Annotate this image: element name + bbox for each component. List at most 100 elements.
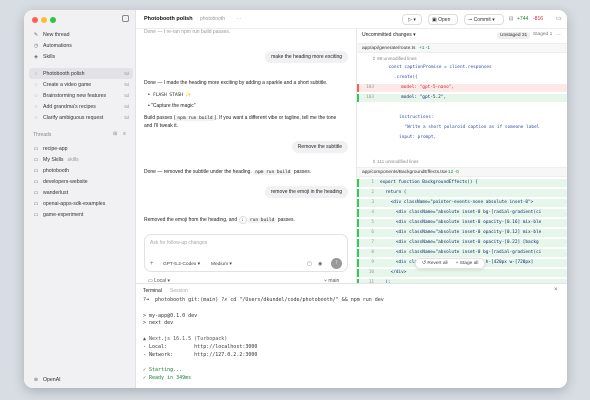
effort-selector[interactable]: Medium ▾	[211, 262, 232, 267]
context-line: .create({	[357, 74, 567, 82]
send-button[interactable]: ↑	[331, 258, 342, 269]
thread-photobooth[interactable]: ▭ photobooth	[29, 165, 133, 176]
filter-icon[interactable]: ≡	[123, 131, 126, 137]
collapsed-lines[interactable]: ⇕ 111 unmodified lines	[357, 157, 567, 166]
line-code: .create({	[378, 75, 418, 80]
attach-icon[interactable]: ▢	[307, 261, 312, 267]
sidebar-item-recipes[interactable]: ◌ Add grandma's recipes 5d	[29, 101, 133, 112]
line-code: return (	[380, 190, 407, 195]
add-attachment-icon[interactable]: +	[150, 261, 154, 267]
more-icon[interactable]: ···	[557, 32, 562, 38]
account-button[interactable]: ⊛ OpenAI	[29, 374, 133, 385]
line-code: export function BackgroundEffects() {	[380, 180, 478, 185]
item-age: 5d	[124, 104, 129, 109]
text: Removed the emoji from the heading, and	[144, 217, 238, 223]
line-code: <div className="absolute inset-0 bg-[rad…	[380, 250, 542, 255]
thread-game-experiment[interactable]: ▭ game-experiment	[29, 209, 133, 220]
diff-toggle-icon[interactable]: ⊡	[509, 16, 513, 22]
thread-wanderlust[interactable]: ▭ wanderlust	[29, 187, 133, 198]
tab-count: 1	[549, 32, 553, 37]
file-path: app/components/BackgroundEffects.tsx	[362, 170, 447, 175]
zoom-window-button[interactable]	[50, 17, 56, 23]
open-button[interactable]: ▣ Open	[428, 14, 458, 25]
collapsed-label: 111 unmodified lines	[377, 159, 419, 164]
thread-recipe-app[interactable]: ▭ recipe-app	[29, 143, 133, 154]
added-line: 6 <div className="absolute inset-0 opaci…	[357, 229, 567, 237]
terminal-line: ▲ Next.js 16.1.5 (Turbopack)	[143, 336, 228, 342]
bullet-text: FLASH STASH ✨	[153, 93, 192, 98]
chat-icon: ◌	[34, 81, 38, 88]
item-age: 5d	[124, 93, 129, 98]
file-header[interactable]: app/api/generate/route.ts +1 -1	[357, 43, 567, 53]
line-number: 7	[371, 240, 374, 245]
tab-label: Unstaged	[500, 33, 521, 38]
sidebar-item-photobooth-polish[interactable]: ◌ Photobooth polish 5d	[29, 68, 133, 79]
stage-all-button[interactable]: + Stage all	[456, 261, 479, 266]
close-terminal-icon[interactable]: ×	[554, 287, 558, 293]
inline-code: run build	[247, 218, 277, 223]
line-code: input: prompt,	[378, 135, 437, 140]
composer-input[interactable]: Ask for follow-up changes	[150, 240, 207, 246]
thread-label: wanderlust	[43, 189, 69, 196]
revert-label: Revert all	[427, 261, 448, 266]
thread-label: recipe-app	[43, 145, 68, 152]
tab-staged[interactable]: Staged 1	[533, 32, 552, 37]
sidebar-item-new-thread[interactable]: ✎ New thread	[29, 29, 133, 40]
sidebar-item-brainstorming[interactable]: ◌ Brainstorming new features 5d	[29, 90, 133, 101]
thread-label: photobooth	[43, 167, 69, 174]
add-thread-icon[interactable]: ⊞	[113, 131, 117, 137]
toggle-sidebar-icon[interactable]	[122, 15, 129, 22]
collapsed-lines[interactable]: ⇕ 99 unmodified lines	[357, 54, 567, 63]
scroll-down-icon[interactable]: ↓	[238, 216, 247, 224]
threads-heading: Threads	[33, 132, 52, 138]
thread-my-skills[interactable]: ▭ My Skills skills	[29, 154, 133, 165]
more-icon[interactable]: ···	[236, 16, 241, 22]
stage-label: Stage all	[459, 261, 479, 266]
line-number: 9	[371, 260, 374, 265]
line-number: 103	[366, 95, 374, 100]
truncated-message: Done — I re-ran npm run build passes.	[144, 29, 231, 35]
revert-all-button[interactable]: ↺ Revert all	[422, 261, 448, 266]
thread-developers-website[interactable]: ▭ developers-website	[29, 176, 133, 187]
diff-scope-label: Uncommitted changes	[362, 32, 412, 38]
item-age: 5d	[124, 71, 129, 76]
skills-icon: ◈	[34, 53, 38, 60]
mic-icon[interactable]: ◉	[318, 261, 322, 267]
panel-icon[interactable]: ▭	[556, 15, 562, 22]
terminal-line: > next dev	[143, 320, 174, 327]
minimize-window-button[interactable]	[41, 17, 47, 23]
context-line: const captionPromise = client.responses	[357, 64, 567, 72]
context-line: instructions:	[357, 114, 567, 122]
line-number: 6	[371, 230, 374, 235]
deletions-count: -816	[533, 16, 544, 22]
diff-scope-selector[interactable]: Uncommitted changes ▾	[362, 32, 416, 38]
tab-count: 31	[521, 33, 528, 38]
line-number: 2	[371, 190, 374, 195]
line-code: <div className="absolute inset-0 opacity…	[380, 220, 542, 225]
sidebar-item-automations[interactable]: ◷ Automations	[29, 40, 133, 51]
composer: Ask for follow-up changes + GPT-5.2-Code…	[144, 234, 348, 272]
sidebar-item-video-game[interactable]: ◌ Create a video game 5d	[29, 79, 133, 90]
assistant-message: Done — removed the subtitle under the he…	[144, 169, 311, 175]
sidebar-item-clarify[interactable]: ◌ Clarify ambiguous request 5d	[29, 112, 133, 123]
folder-icon: ▭	[33, 145, 39, 152]
text: ). If you want a different vibe or tagli…	[214, 115, 337, 121]
commit-button[interactable]: ⊸ Commit ▾	[464, 14, 504, 25]
tab-unstaged[interactable]: Unstaged 31	[497, 32, 531, 39]
sidebar-item-skills[interactable]: ◈ Skills	[29, 51, 133, 62]
new-thread-icon: ✎	[33, 31, 39, 38]
thread-label: developers-website	[43, 178, 88, 185]
thread-apps-sdk[interactable]: ▭ openai-apps-sdk-examples	[29, 198, 133, 209]
file-stats: +12 -0	[445, 170, 459, 175]
deleted-line: 103 model: "gpt-5-nano",	[357, 84, 567, 92]
text: passes.	[277, 217, 295, 223]
model-selector[interactable]: GPT-5.2-Codex ▾	[163, 262, 200, 267]
assistant-message: Done — I made the heading more exciting …	[144, 80, 328, 86]
bullet-text: "Capture the magic"	[151, 103, 196, 109]
terminal-line: ✓ Starting...	[143, 367, 183, 374]
top-bar: Photobooth polish photobooth ··· ▷ ▾ ▣ O…	[136, 10, 567, 29]
run-button[interactable]: ▷ ▾	[402, 14, 422, 25]
file-header[interactable]: app/components/BackgroundEffects.tsx +12…	[357, 167, 567, 177]
close-window-button[interactable]	[32, 17, 38, 23]
terminal-line: ✓ Ready in 349ms	[143, 375, 192, 381]
